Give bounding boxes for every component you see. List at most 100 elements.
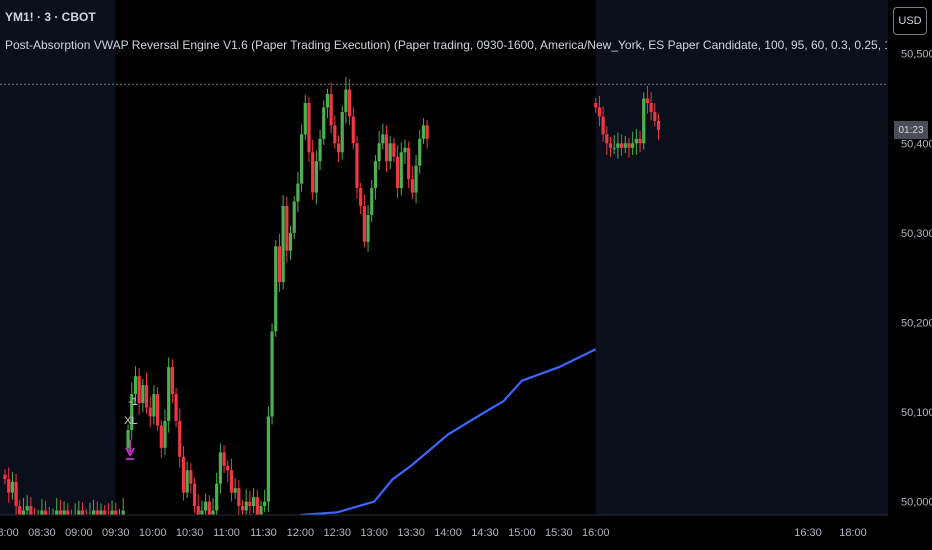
candle-body (311, 152, 315, 193)
candle-body (66, 510, 70, 515)
x-tick-label: 14:30 (471, 527, 499, 539)
candle-body (156, 394, 160, 426)
candle-body (336, 143, 341, 153)
candle-body (240, 506, 245, 511)
candle-body (181, 456, 186, 493)
candle-body (196, 506, 200, 515)
candle-body (58, 510, 62, 515)
candle-body (237, 488, 241, 507)
candle-body (29, 506, 33, 515)
x-tick-label: 13:00 (360, 527, 388, 539)
signal-label: XL (124, 415, 137, 427)
candle-body (325, 94, 330, 108)
candle-body (381, 134, 385, 144)
candle-body (92, 510, 96, 515)
candle-body (355, 143, 359, 189)
candle-body (14, 481, 18, 507)
candle-body (137, 376, 141, 404)
candle-body (3, 474, 7, 480)
candle-body (285, 206, 289, 251)
x-tick-label: 10:00 (139, 527, 167, 539)
candle-body (351, 116, 355, 144)
candle-body (421, 125, 426, 139)
candle-body (388, 143, 392, 162)
candle-body (21, 510, 26, 515)
x-tick-label: 16:00 (582, 527, 610, 539)
candle-body (174, 394, 178, 421)
candle-body (40, 510, 44, 515)
candle-body (248, 501, 252, 507)
y-tick-label: 50,000 (901, 497, 932, 509)
candle-body (170, 367, 174, 395)
candle-body (244, 501, 248, 511)
candle-body (395, 156, 400, 189)
candle-body (656, 120, 661, 130)
candle-body (185, 470, 189, 493)
candle-body (266, 416, 270, 502)
candle-body (359, 188, 363, 206)
candle-body (229, 470, 234, 493)
candle-body (612, 147, 616, 149)
x-tick-label: 12:00 (287, 527, 315, 539)
candle-body (159, 425, 163, 448)
candle-body (189, 470, 193, 484)
x-tick-label: 18:00 (839, 527, 867, 539)
candle-body (200, 510, 204, 515)
indicator-legend[interactable]: Post-Absorption VWAP Reversal Engine V1.… (5, 38, 887, 52)
y-tick-label: 50,200 (901, 317, 932, 329)
candle-body (370, 188, 374, 215)
x-tick-label: 09:00 (65, 527, 93, 539)
x-tick-label: 15:30 (545, 527, 573, 539)
candle-body (274, 246, 278, 332)
candle-body (407, 147, 411, 180)
y-axis-panel[interactable] (888, 0, 932, 550)
candle-body (167, 367, 171, 421)
candle-body (649, 103, 653, 112)
candle-body (259, 506, 263, 515)
candle-body (62, 510, 66, 515)
candle-body (377, 143, 381, 162)
candle-body (303, 103, 307, 135)
candle-body (121, 510, 125, 515)
x-tick-label: 11:00 (213, 527, 240, 539)
candle-body (144, 385, 149, 408)
candle-body (318, 138, 322, 162)
candle-body (425, 125, 429, 139)
candle-body (619, 143, 624, 148)
candle-body (645, 98, 650, 103)
candle-body (25, 506, 29, 511)
y-tick-label: 50,100 (901, 407, 932, 419)
candle-body (322, 107, 326, 139)
x-tick-label: 15:00 (508, 527, 536, 539)
x-tick-label: 13:30 (397, 527, 425, 539)
candle-body (414, 165, 418, 193)
candle-body (233, 488, 237, 493)
price-chart[interactable]: -1 XL 50,500 50,000 50,100 50,200 50,300 50,40… (0, 0, 932, 550)
candle-body (362, 206, 366, 242)
y-tick-label: 50,300 (901, 228, 932, 240)
y-tick-label: 50,500 (901, 49, 932, 61)
candle-body (270, 331, 274, 417)
candle-body (10, 481, 14, 493)
candle-body (133, 376, 138, 395)
candle-body (80, 510, 85, 515)
candle-body (226, 465, 230, 471)
candle-body (623, 143, 627, 148)
candle-body (340, 111, 344, 153)
currency-button[interactable]: USD (893, 7, 927, 35)
candle-body (333, 125, 337, 144)
candle-body (103, 510, 107, 515)
premarket-shade (0, 0, 116, 515)
y-tick-label: 50,400 (901, 138, 932, 150)
postmarket-shade (595, 0, 888, 515)
candle-body (114, 510, 118, 515)
candle-body (314, 161, 318, 193)
candle-body (597, 107, 602, 117)
candle-body (77, 510, 81, 515)
candle-body (263, 501, 267, 507)
candle-body (252, 497, 256, 507)
candle-body (299, 134, 304, 184)
candle-body (163, 420, 167, 448)
candle-body (399, 152, 403, 189)
candle-body (7, 479, 11, 493)
